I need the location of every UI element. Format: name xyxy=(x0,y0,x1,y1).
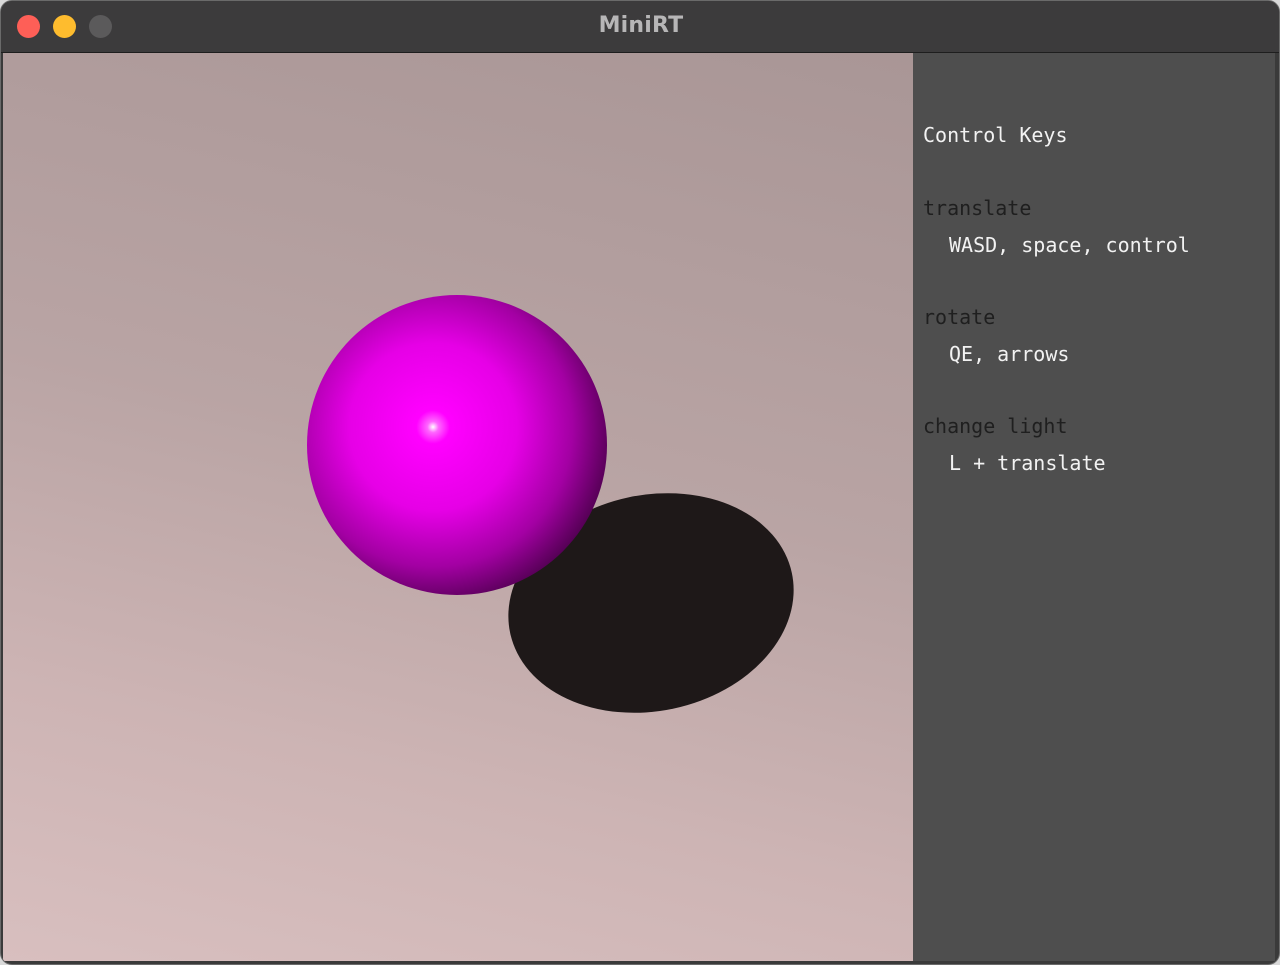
window-title: MiniRT xyxy=(598,13,684,38)
section-light-label: change light xyxy=(923,414,1068,438)
app-window: MiniRT Control Keys translate WASD, spac… xyxy=(0,0,1280,965)
section-rotate-keys: QE, arrows xyxy=(949,342,1070,366)
section-light-keys: L + translate xyxy=(949,451,1106,475)
scene-canvas xyxy=(307,295,794,713)
magenta-sphere xyxy=(307,295,607,595)
section-translate-keys: WASD, space, control xyxy=(949,233,1190,257)
control-keys-panel: Control Keys translate WASD, space, cont… xyxy=(913,53,1275,961)
render-viewport[interactable] xyxy=(3,53,913,961)
title-bar[interactable]: MiniRT xyxy=(1,1,1279,53)
section-rotate-label: rotate xyxy=(923,305,996,329)
panel-heading: Control Keys xyxy=(923,123,1068,147)
section-translate-label: translate xyxy=(923,196,1032,220)
